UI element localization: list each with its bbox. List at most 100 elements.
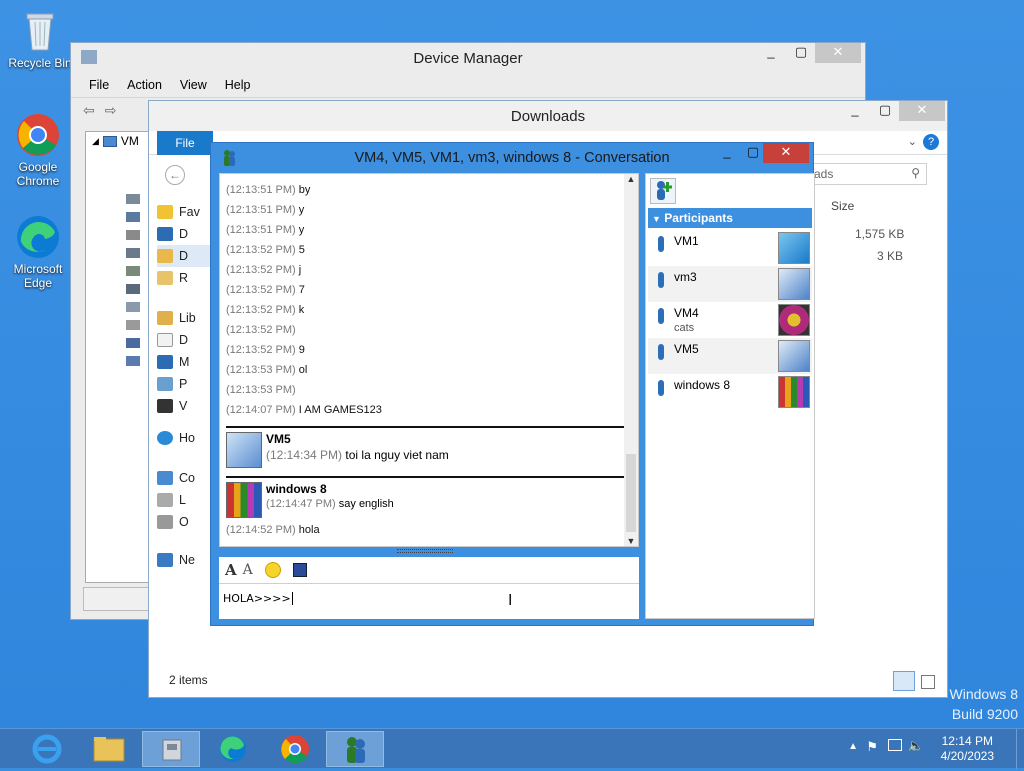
close-button[interactable]: ✕ bbox=[899, 101, 945, 121]
message-text: hola bbox=[298, 524, 320, 536]
taskbar-chrome[interactable] bbox=[266, 731, 324, 767]
nav-label: R bbox=[179, 271, 189, 285]
chevron-down-icon[interactable]: ⌄ bbox=[908, 135, 917, 148]
emoticon-icon[interactable] bbox=[264, 562, 281, 578]
tree-root-label: VM bbox=[120, 134, 139, 148]
avatar bbox=[226, 432, 262, 468]
taskbar-edge[interactable] bbox=[204, 731, 262, 767]
search-input[interactable]: ads ⚲ bbox=[807, 163, 927, 185]
drive-icon bbox=[157, 493, 173, 507]
desktop-icon bbox=[157, 227, 173, 241]
chat-history[interactable]: (12:13:51 PM) by (12:13:51 PM) y (12:13:51… bbox=[219, 173, 639, 547]
format-toolbar: A A bbox=[219, 557, 639, 583]
participant-vm4[interactable]: VM4 cats bbox=[648, 302, 812, 338]
folder-icon bbox=[93, 737, 125, 762]
nav-label: L bbox=[179, 493, 186, 507]
user-icon bbox=[658, 344, 664, 360]
column-header-size[interactable]: Size bbox=[831, 199, 854, 213]
minimize-button[interactable]: _ bbox=[757, 43, 785, 63]
splitter-grip[interactable] bbox=[397, 549, 453, 553]
music-icon bbox=[157, 355, 173, 369]
font-icon[interactable]: A bbox=[225, 561, 237, 579]
nav-label: D bbox=[179, 227, 189, 241]
explorer-titlebar[interactable]: Downloads _ ▢ ✕ bbox=[149, 101, 947, 131]
scroll-thumb[interactable] bbox=[626, 454, 636, 532]
scroll-down-arrow-icon[interactable]: ▼ bbox=[624, 536, 638, 546]
taskbar-ie[interactable] bbox=[18, 731, 76, 767]
network-icon[interactable] bbox=[888, 739, 902, 751]
large-icons-view-icon[interactable] bbox=[921, 675, 935, 689]
system-clock[interactable]: 12:14 PM 4/20/2023 bbox=[941, 734, 994, 764]
nav-label: D bbox=[179, 333, 189, 347]
action-center-flag-icon[interactable]: ⚑ bbox=[866, 739, 878, 755]
maximize-button[interactable]: ▢ bbox=[871, 101, 899, 121]
downloads-folder-icon bbox=[157, 249, 173, 263]
file-tab[interactable]: File bbox=[157, 131, 213, 155]
details-view-icon[interactable] bbox=[893, 671, 915, 691]
nav-label: P bbox=[179, 377, 188, 391]
back-arrow-icon[interactable]: ⇦ bbox=[83, 102, 95, 119]
message-input[interactable]: HOLA>>>> bbox=[219, 583, 639, 619]
conversation-titlebar[interactable]: VM4, VM5, VM1, vm3, windows 8 - Conversa… bbox=[211, 143, 813, 173]
message-text: 7 bbox=[298, 284, 305, 296]
participant-vm1[interactable]: VM1 bbox=[648, 230, 812, 266]
nav-label: Lib bbox=[179, 311, 196, 325]
show-desktop-button[interactable] bbox=[1016, 729, 1024, 769]
user-icon bbox=[658, 308, 664, 324]
collapse-arrow-icon: ◢ bbox=[92, 135, 99, 146]
desktop-icon-chrome[interactable]: Google Chrome bbox=[0, 112, 76, 188]
device-category-icons bbox=[126, 158, 142, 538]
menu-file[interactable]: File bbox=[89, 78, 109, 92]
collapse-arrow-icon: ▼ bbox=[652, 214, 661, 224]
forward-arrow-icon[interactable]: ⇨ bbox=[105, 102, 117, 119]
save-icon[interactable] bbox=[292, 563, 307, 577]
device-manager-titlebar[interactable]: Device Manager _ ▢ ✕ bbox=[71, 43, 865, 73]
status-item-count: 2 items bbox=[169, 673, 208, 687]
scroll-up-arrow-icon[interactable]: ▲ bbox=[624, 174, 638, 184]
message-timestamp: (12:13:52 PM) bbox=[226, 304, 296, 316]
message-timestamp: (12:14:07 PM) bbox=[226, 404, 296, 416]
taskbar: ▲ ⚑ 🔈 12:14 PM 4/20/2023 bbox=[0, 728, 1024, 769]
minimize-button[interactable]: _ bbox=[713, 143, 741, 163]
help-icon[interactable]: ? bbox=[923, 134, 939, 150]
participant-status: cats bbox=[674, 322, 695, 334]
taskbar-device-manager[interactable] bbox=[142, 731, 200, 767]
menu-view[interactable]: View bbox=[180, 78, 207, 92]
participant-windows8[interactable]: windows 8 bbox=[648, 374, 812, 410]
participant-vm5[interactable]: VM5 bbox=[648, 338, 812, 374]
menu-action[interactable]: Action bbox=[127, 78, 162, 92]
chat-message: (12:14:34 PM) toi la nguy viet nam bbox=[266, 448, 449, 462]
volume-muted-icon[interactable]: 🔈 bbox=[908, 738, 924, 754]
close-button[interactable]: ✕ bbox=[763, 143, 809, 163]
minimize-button[interactable]: _ bbox=[841, 101, 869, 121]
computer-icon bbox=[102, 135, 117, 147]
show-hidden-icons-arrow-icon[interactable]: ▲ bbox=[848, 741, 858, 752]
desktop-icon-recycle-bin[interactable]: Recycle Bin bbox=[2, 8, 78, 70]
message-timestamp: (12:13:51 PM) bbox=[226, 204, 296, 216]
user-icon bbox=[658, 380, 664, 396]
desktop-icon-edge[interactable]: Microsoft Edge bbox=[0, 214, 76, 290]
participants-header[interactable]: ▼ Participants bbox=[648, 208, 812, 228]
text-color-icon[interactable]: A bbox=[243, 562, 253, 578]
add-participant-icon[interactable] bbox=[650, 178, 676, 204]
conversation-window[interactable]: VM4, VM5, VM1, vm3, windows 8 - Conversa… bbox=[210, 142, 815, 626]
chat-scrollbar[interactable]: ▲ ▼ bbox=[624, 174, 638, 546]
back-arrow-icon[interactable]: ← bbox=[165, 165, 185, 185]
search-icon[interactable]: ⚲ bbox=[911, 166, 920, 180]
message-timestamp: (12:13:52 PM) bbox=[226, 324, 296, 336]
nav-label: O bbox=[179, 515, 189, 529]
taskbar-file-explorer[interactable] bbox=[80, 731, 138, 767]
maximize-button[interactable]: ▢ bbox=[787, 43, 815, 63]
taskbar-messenger[interactable] bbox=[326, 731, 384, 767]
message-text: say english bbox=[338, 498, 394, 510]
message-text: k bbox=[298, 304, 305, 316]
message-text: toi la nguy viet nam bbox=[345, 448, 449, 462]
participants-label: Participants bbox=[664, 211, 733, 225]
user-icon bbox=[658, 236, 664, 252]
participants-pane: ▼ Participants VM1 vm3 VM4 cats VM5 wind… bbox=[645, 173, 815, 619]
participant-vm3[interactable]: vm3 bbox=[648, 266, 812, 302]
close-button[interactable]: ✕ bbox=[815, 43, 861, 63]
message-timestamp: (12:13:53 PM) bbox=[226, 364, 296, 376]
menu-help[interactable]: Help bbox=[225, 78, 251, 92]
nav-label: M bbox=[179, 355, 190, 369]
